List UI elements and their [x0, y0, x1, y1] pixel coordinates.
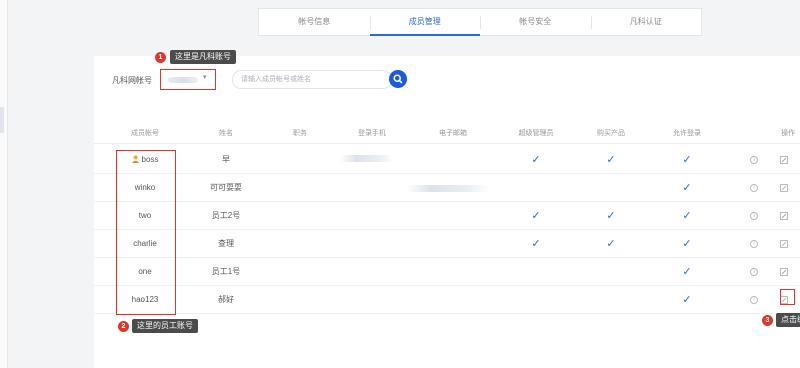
header-phone: 登录手机 [358, 130, 386, 137]
tab-certification[interactable]: 凡科认证 [590, 9, 702, 35]
email-blurred [406, 185, 490, 192]
table-row: boss 早 ✓ ✓ ✓ i [94, 147, 800, 174]
search-icon [393, 74, 403, 84]
callout-badge-1: 1 [155, 52, 166, 63]
cell-member-name: 员工1号 [211, 267, 241, 276]
info-icon[interactable]: i [750, 212, 758, 220]
table-row: one 员工1号 ✓ i [94, 259, 800, 286]
info-icon[interactable]: i [750, 240, 758, 248]
cell-member-name: 查理 [218, 239, 234, 248]
edit-highlight [780, 289, 795, 305]
check-icon-buy-product: ✓ [606, 238, 616, 250]
info-icon[interactable]: i [750, 268, 758, 276]
header-buy-product: 购买产品 [597, 130, 625, 137]
check-icon-super-admin: ✓ [531, 154, 541, 166]
check-icon-allow-login: ✓ [682, 266, 692, 278]
cell-member-name: 可可耍耍 [210, 183, 242, 192]
header-actions: 操作 [781, 130, 795, 137]
callout-edit: 点击编 [776, 313, 800, 327]
info-icon[interactable]: i [750, 296, 758, 304]
phone-blurred [340, 155, 394, 162]
edit-icon[interactable] [780, 212, 788, 220]
header-super-admin: 超级管理员 [518, 130, 554, 137]
callout-members: 这里的员工账号 [132, 319, 198, 333]
member-accounts-highlight [116, 150, 176, 315]
header-account: 成员帐号 [131, 130, 159, 137]
edit-icon[interactable] [780, 184, 788, 192]
header-position: 职务 [293, 130, 307, 137]
info-icon[interactable]: i [750, 184, 758, 192]
search-input[interactable]: 请输入成员帐号或姓名 [232, 70, 392, 89]
check-icon-allow-login: ✓ [682, 294, 692, 306]
table-row: two 员工2号 ✓ ✓ ✓ i [94, 203, 800, 230]
callout-account: 这里是凡科账号 [170, 50, 236, 64]
left-sidebar [0, 0, 8, 368]
info-icon[interactable]: i [750, 156, 758, 164]
tab-bar: 帐号信息 成员管理 帐号安全 凡科认证 [258, 8, 702, 36]
tab-member-management[interactable]: 成员管理 [369, 9, 481, 36]
tab-account-info[interactable]: 帐号信息 [259, 9, 370, 35]
cell-member-name: 员工2号 [211, 211, 241, 220]
edit-icon[interactable] [780, 156, 788, 164]
header-name: 姓名 [219, 130, 233, 137]
account-value-blurred [168, 77, 198, 83]
search-button[interactable] [389, 70, 407, 88]
cell-member-name: 郝好 [218, 295, 234, 304]
callout-badge-3: 3 [762, 315, 773, 326]
check-icon-super-admin: ✓ [531, 238, 541, 250]
check-icon-allow-login: ✓ [682, 238, 692, 250]
header-email: 电子邮箱 [439, 130, 467, 137]
table-row: hao123 郝好 ✓ i [94, 287, 800, 314]
check-icon-buy-product: ✓ [606, 210, 616, 222]
member-panel: 凡科网帐号 ▾ 1 这里是凡科账号 请输入成员帐号或姓名 成员帐号 姓名 职务 … [94, 50, 800, 368]
check-icon-allow-login: ✓ [682, 210, 692, 222]
tab-account-security[interactable]: 帐号安全 [480, 9, 591, 35]
callout-badge-2: 2 [118, 321, 129, 332]
edit-icon[interactable] [780, 240, 788, 248]
check-icon-buy-product: ✓ [606, 154, 616, 166]
table-header: 成员帐号 姓名 职务 登录手机 电子邮箱 超级管理员 购买产品 允许登录 操作 [94, 128, 800, 144]
edit-icon[interactable] [780, 268, 788, 276]
table-row: charlie 查理 ✓ ✓ ✓ i [94, 231, 800, 258]
check-icon-allow-login: ✓ [682, 182, 692, 194]
check-icon-allow-login: ✓ [682, 154, 692, 166]
check-icon-super-admin: ✓ [531, 210, 541, 222]
cell-member-name: 早 [222, 155, 230, 164]
account-label: 凡科网帐号 [112, 76, 152, 85]
sidebar-active-marker [0, 107, 4, 133]
account-selector[interactable]: ▾ [160, 69, 216, 90]
header-allow-login: 允许登录 [673, 130, 701, 137]
chevron-down-icon: ▾ [203, 74, 207, 81]
